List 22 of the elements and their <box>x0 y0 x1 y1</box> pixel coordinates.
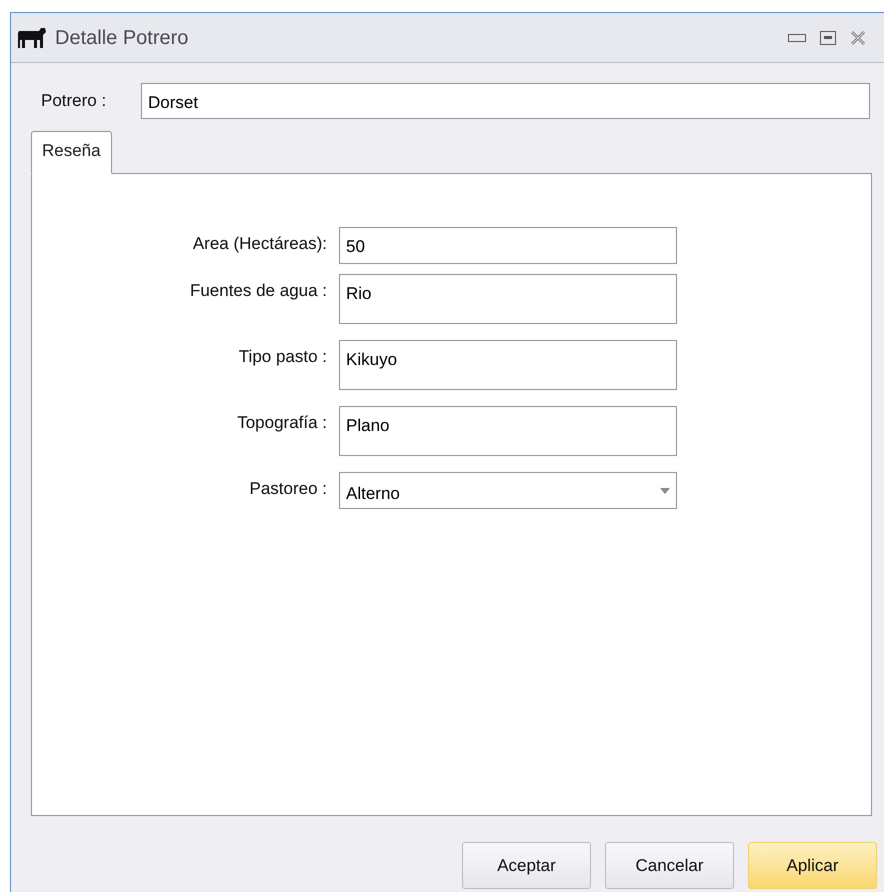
field-label: Fuentes de agua : <box>188 280 328 302</box>
field-label: Topografía : <box>236 412 328 434</box>
input-field[interactable]: Dorset <box>141 83 870 119</box>
input-field[interactable]: 50 <box>339 227 677 264</box>
close-icon[interactable] <box>850 30 866 46</box>
field-label: Potrero : <box>41 90 108 112</box>
dialog-button[interactable]: Cancelar <box>605 842 734 889</box>
field-label: Area (Hectáreas): <box>192 233 328 255</box>
tab[interactable]: Reseña <box>31 131 112 174</box>
minimize-icon[interactable] <box>788 34 806 42</box>
field-label: Pastoreo : <box>248 478 328 500</box>
window-title: Detalle Potrero <box>55 26 188 50</box>
dropdown[interactable]: Alterno <box>339 472 677 509</box>
maximize-icon[interactable] <box>820 30 836 44</box>
input-field[interactable]: Rio <box>339 274 677 324</box>
dialog-button[interactable]: Aplicar <box>748 842 877 889</box>
dialog-button[interactable]: Aceptar <box>462 842 591 889</box>
input-field[interactable]: Kikuyo <box>339 340 677 390</box>
input-field[interactable]: Plano <box>339 406 677 456</box>
caret-icon <box>660 488 670 494</box>
cow-icon <box>17 26 47 48</box>
field-label: Tipo pasto : <box>238 346 328 368</box>
